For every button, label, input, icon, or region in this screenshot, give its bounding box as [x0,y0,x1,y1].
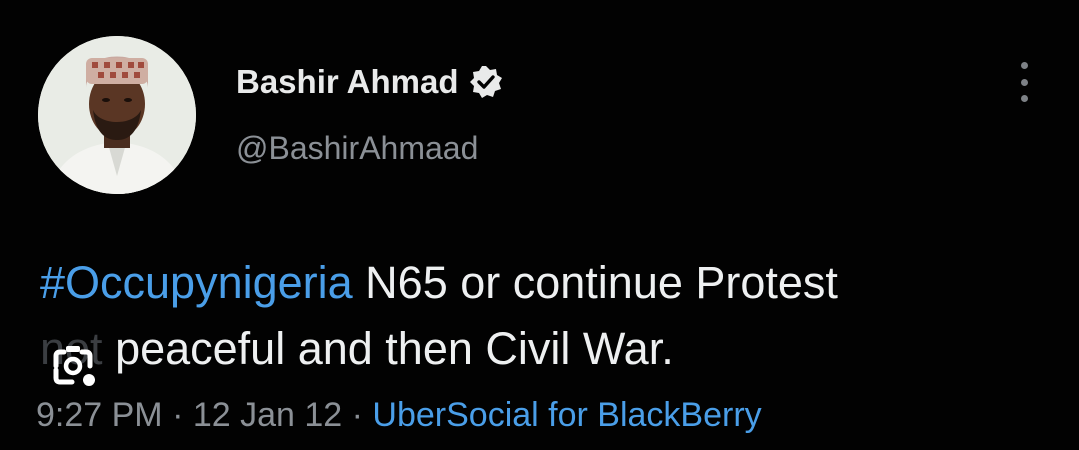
more-dot [1020,78,1028,86]
more-dot [1020,62,1028,69]
verified-badge-icon [469,66,502,98]
author-display-name[interactable]: Bashir Ahmad [236,63,459,101]
tweet-text-line-1: #Occupynigeria N65 or continue Protest [40,250,1050,316]
more-dot [1020,95,1028,102]
more-vertical-icon[interactable] [1016,62,1032,102]
meta-separator: · [342,396,373,434]
meta-separator: · [162,396,193,434]
hashtag-link[interactable]: #Occupynigeria [40,257,353,308]
tweet-text-segment: peaceful and then Civil War. [102,323,674,374]
tweet-date[interactable]: 12 Jan 12 [193,396,342,434]
tweet-text: #Occupynigeria N65 or continue Protest n… [40,250,1050,382]
tweet-time[interactable]: 9:27 PM [36,396,163,434]
author-name-row[interactable]: Bashir Ahmad [236,62,503,102]
visual-search-icon[interactable] [38,336,108,394]
lens-glyph [53,346,95,386]
tweet-text-segment: N65 or continue Protest [352,257,838,308]
tweet-card: Bashir Ahmad @BashirAhmaad #Occupynigeri… [0,0,1079,450]
avatar-photo [38,36,196,194]
avatar[interactable] [38,36,196,194]
author-handle[interactable]: @BashirAhmaad [236,130,478,167]
tweet-meta: 9:27 PM · 12 Jan 12 · UberSocial for Bla… [36,396,762,435]
tweet-source-link[interactable]: UberSocial for BlackBerry [372,396,761,434]
tweet-text-line-2: not peaceful and then Civil War. [40,316,1050,382]
